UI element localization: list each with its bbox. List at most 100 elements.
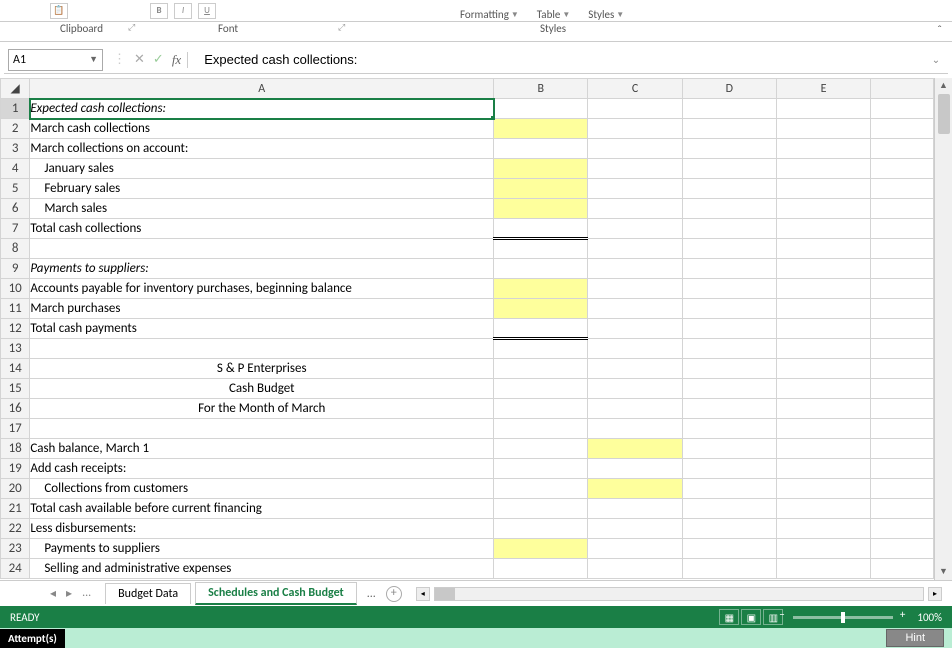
cell[interactable]	[682, 319, 776, 339]
row-header[interactable]: 7	[1, 219, 30, 239]
row-header[interactable]: 6	[1, 199, 30, 219]
cell[interactable]	[871, 419, 934, 439]
cell[interactable]	[871, 279, 934, 299]
tab-overflow[interactable]: ...	[361, 587, 382, 601]
cell[interactable]	[588, 539, 682, 559]
row-header[interactable]: 5	[1, 179, 30, 199]
row-header[interactable]: 20	[1, 479, 30, 499]
cell[interactable]	[682, 359, 776, 379]
cell[interactable]	[776, 219, 870, 239]
cell[interactable]	[682, 459, 776, 479]
cell[interactable]	[30, 339, 494, 359]
cell[interactable]	[776, 499, 870, 519]
cell[interactable]: March sales	[30, 199, 494, 219]
cell[interactable]	[494, 459, 588, 479]
cell[interactable]	[871, 319, 934, 339]
row-header[interactable]: 18	[1, 439, 30, 459]
cell[interactable]	[871, 119, 934, 139]
scroll-up-icon[interactable]: ▲	[935, 78, 952, 94]
row-header[interactable]: 22	[1, 519, 30, 539]
cell[interactable]	[776, 559, 870, 579]
add-sheet-icon[interactable]: +	[386, 586, 402, 602]
cell[interactable]	[682, 219, 776, 239]
cell[interactable]	[871, 159, 934, 179]
cell[interactable]	[30, 419, 494, 439]
cell[interactable]	[494, 239, 588, 259]
tab-nav-more[interactable]: ...	[82, 586, 91, 601]
cell[interactable]	[871, 399, 934, 419]
cell[interactable]	[588, 439, 682, 459]
cell[interactable]	[588, 179, 682, 199]
sheet-tab-schedules[interactable]: Schedules and Cash Budget	[195, 582, 357, 605]
row-header[interactable]: 9	[1, 259, 30, 279]
clipboard-dialog-launcher[interactable]: ⤢	[128, 22, 135, 33]
cell[interactable]	[494, 319, 588, 339]
cell[interactable]: Total cash available before current fina…	[30, 499, 494, 519]
italic-icon[interactable]: I	[174, 3, 192, 19]
cell[interactable]: March collections on account:	[30, 139, 494, 159]
cell[interactable]	[776, 519, 870, 539]
row-header[interactable]: 19	[1, 459, 30, 479]
row-header[interactable]: 2	[1, 119, 30, 139]
cell[interactable]	[682, 379, 776, 399]
cell[interactable]	[871, 379, 934, 399]
cell[interactable]	[871, 139, 934, 159]
horizontal-scrollbar[interactable]	[434, 587, 924, 601]
cell[interactable]	[871, 259, 934, 279]
cell[interactable]: Payments to suppliers:	[30, 259, 494, 279]
cell[interactable]	[682, 419, 776, 439]
cell[interactable]	[871, 199, 934, 219]
formula-input[interactable]	[198, 49, 926, 71]
cell[interactable]	[588, 459, 682, 479]
scroll-down-icon[interactable]: ▼	[935, 564, 952, 580]
column-header-d[interactable]: D	[682, 79, 776, 99]
cell[interactable]	[682, 279, 776, 299]
cell[interactable]	[871, 239, 934, 259]
cell[interactable]	[588, 159, 682, 179]
format-table-dropdown[interactable]: Table▼	[537, 8, 570, 21]
cell[interactable]	[871, 179, 934, 199]
font-dialog-launcher[interactable]: ⤢	[338, 22, 345, 33]
cell[interactable]	[776, 359, 870, 379]
name-box[interactable]: A1 ▼	[8, 49, 103, 71]
cell[interactable]	[588, 519, 682, 539]
row-header[interactable]: 3	[1, 139, 30, 159]
cell[interactable]	[494, 399, 588, 419]
cell[interactable]	[682, 399, 776, 419]
cell[interactable]	[776, 459, 870, 479]
column-header-b[interactable]: B	[494, 79, 588, 99]
row-header[interactable]: 16	[1, 399, 30, 419]
cell[interactable]	[682, 139, 776, 159]
cell[interactable]	[871, 539, 934, 559]
cell[interactable]	[588, 119, 682, 139]
cell[interactable]	[776, 379, 870, 399]
cell[interactable]	[776, 179, 870, 199]
cell[interactable]	[776, 239, 870, 259]
cell[interactable]	[588, 199, 682, 219]
cell[interactable]	[494, 479, 588, 499]
bold-icon[interactable]: B	[150, 3, 168, 19]
cell[interactable]	[776, 339, 870, 359]
cell[interactable]	[494, 299, 588, 319]
cell[interactable]	[494, 499, 588, 519]
column-header-blank[interactable]	[871, 79, 934, 99]
cell[interactable]: Expected cash collections:	[30, 99, 494, 119]
cell[interactable]	[588, 139, 682, 159]
cancel-formula-icon[interactable]: ✕	[134, 52, 145, 67]
cell[interactable]: Total cash payments	[30, 319, 494, 339]
underline-icon[interactable]: U	[198, 3, 216, 19]
cell[interactable]: For the Month of March	[30, 399, 494, 419]
cell[interactable]	[871, 219, 934, 239]
cell[interactable]	[776, 479, 870, 499]
cell[interactable]	[871, 99, 934, 119]
cell[interactable]	[871, 459, 934, 479]
cell[interactable]	[494, 219, 588, 239]
cell[interactable]	[776, 199, 870, 219]
cell[interactable]	[494, 379, 588, 399]
tab-nav-prev-icon[interactable]: ◂	[50, 586, 56, 601]
cell[interactable]: Cash balance, March 1	[30, 439, 494, 459]
cell[interactable]	[588, 339, 682, 359]
row-header[interactable]: 1	[1, 99, 30, 119]
cell[interactable]	[588, 319, 682, 339]
row-header[interactable]: 15	[1, 379, 30, 399]
